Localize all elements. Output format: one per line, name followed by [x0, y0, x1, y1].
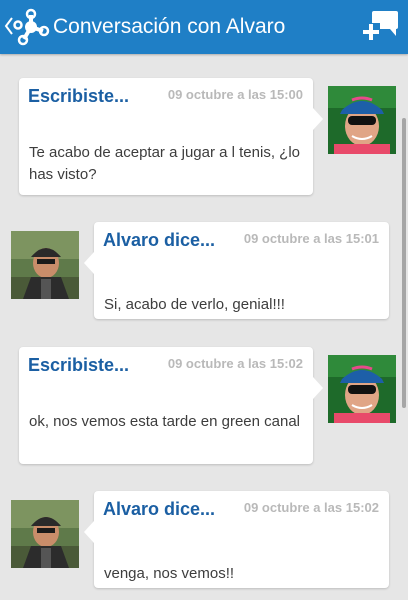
- message-timestamp: 09 octubre a las 15:02: [167, 356, 303, 371]
- message-timestamp: 09 octubre a las 15:00: [167, 87, 303, 102]
- message-item: Escribiste... 09 octubre a las 15:02 ok,…: [0, 347, 408, 467]
- message-bubble: Alvaro dice... 09 octubre a las 15:01 Si…: [84, 222, 389, 319]
- page-title: Conversación con Alvaro: [53, 15, 286, 38]
- avatar: [11, 500, 79, 568]
- message-item: Escribiste... 09 octubre a las 15:00 Te …: [0, 78, 408, 198]
- message-bubble: Escribiste... 09 octubre a las 15:02 ok,…: [19, 347, 323, 464]
- new-message-icon[interactable]: [360, 9, 400, 45]
- bubble-tail: [313, 108, 323, 130]
- scrollbar[interactable]: [402, 118, 406, 408]
- message-text: Si, acabo de verlo, genial!!!: [104, 296, 285, 313]
- sender-name: Alvaro dice...: [103, 230, 216, 250]
- message-timestamp: 09 octubre a las 15:01: [243, 231, 379, 246]
- message-bubble: Alvaro dice... 09 octubre a las 15:02 ve…: [84, 491, 389, 588]
- message-bubble: Escribiste... 09 octubre a las 15:00 Te …: [19, 78, 323, 195]
- action-bar: Conversación con Alvaro: [0, 0, 408, 54]
- message-item: Alvaro dice... 09 octubre a las 15:01 Si…: [0, 222, 408, 322]
- bubble-tail: [313, 377, 323, 399]
- bubble-tail: [84, 521, 94, 543]
- app-logo-icon[interactable]: [12, 8, 50, 46]
- avatar: [328, 355, 396, 423]
- sender-name: Alvaro dice...: [103, 499, 216, 519]
- sender-name: Escribiste...: [28, 86, 130, 106]
- sender-name: Escribiste...: [28, 355, 130, 375]
- bubble-tail: [84, 252, 94, 274]
- message-text: ok, nos vemos esta tarde en green canal: [29, 413, 300, 430]
- message-item: Alvaro dice... 09 octubre a las 15:02 ve…: [0, 491, 408, 591]
- message-text: venga, nos vemos!!: [104, 565, 235, 582]
- message-text: Te acabo de aceptar a jugar a l tenis, ¿…: [29, 144, 300, 183]
- message-timestamp: 09 octubre a las 15:02: [243, 500, 379, 515]
- avatar: [328, 86, 396, 154]
- avatar: [11, 231, 79, 299]
